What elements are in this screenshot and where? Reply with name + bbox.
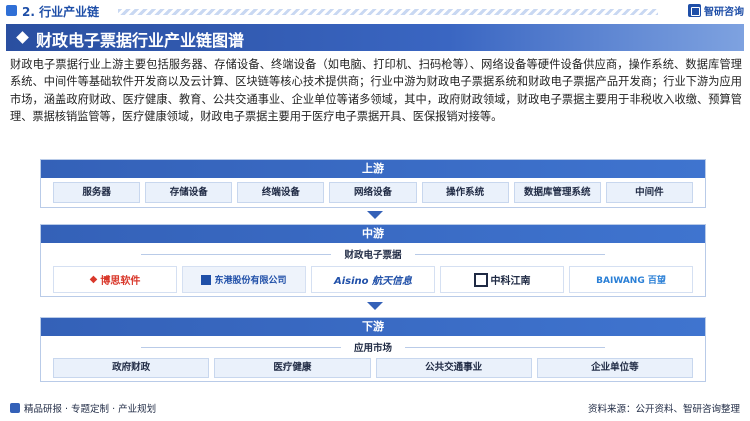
downstream-subtitle: 应用市场 [353, 343, 392, 354]
company-logo-kejiangnan: 中科江南 [440, 266, 564, 293]
brand-name: 智研咨询 [704, 7, 744, 18]
footer: 精品研报 · 专题定制 · 产业规划 资料来源：公开资料、智研咨询整理 [0, 394, 750, 421]
upstream-panel: 上游 服务器 存储设备 终端设备 网络设备 操作系统 数据库管理系统 中间件 [40, 159, 706, 208]
decorative-stripes [118, 9, 658, 15]
downstream-panel: 下游 应用市场 政府财政 医疗健康 公共交通事业 企业单位等 [40, 317, 706, 382]
section-icon [6, 5, 17, 16]
grid-logo-icon [688, 4, 701, 17]
company-logo-bosi: ◆ 博思软件 [53, 266, 177, 293]
page-title: 财政电子票据行业产业链图谱 [36, 31, 245, 50]
downstream-items: 政府财政 医疗健康 公共交通事业 企业单位等 [53, 358, 693, 378]
upstream-item: 终端设备 [237, 182, 325, 203]
footer-tagline: 精品研报 · 专题定制 · 产业规划 [24, 404, 157, 415]
data-source: 资料来源：公开资料、智研咨询整理 [587, 404, 740, 415]
upstream-title: 上游 [41, 160, 705, 178]
company-logo-aisino: Aisino 航天信息 [311, 266, 435, 293]
top-bar: 2. 行业产业链 智研咨询 [0, 0, 750, 22]
upstream-items: 服务器 存储设备 终端设备 网络设备 操作系统 数据库管理系统 中间件 [53, 182, 693, 203]
downstream-title: 下游 [41, 318, 705, 336]
company-logo-donggang: 东港股份有限公司 [182, 266, 306, 293]
upstream-item: 中间件 [605, 182, 693, 203]
company-logos: ◆ 博思软件 东港股份有限公司 Aisino 航天信息 中科江南 BAIWANG… [53, 266, 693, 293]
downstream-item: 政府财政 [53, 358, 210, 378]
upstream-item: 数据库管理系统 [513, 182, 601, 203]
downstream-item: 医疗健康 [214, 358, 371, 378]
upstream-item: 存储设备 [145, 182, 233, 203]
section-title: 2. 行业产业链 [22, 5, 100, 19]
midstream-title: 中游 [41, 225, 705, 243]
upstream-item: 服务器 [53, 182, 141, 203]
divider [415, 254, 605, 255]
down-arrow-icon [367, 302, 383, 310]
midstream-subtitle: 财政电子票据 [344, 250, 402, 261]
company-logo-baiwang: BAIWANG 百望 [569, 266, 693, 293]
title-banner: 财政电子票据行业产业链图谱 [6, 24, 744, 51]
divider [405, 347, 605, 348]
diamond-icon [16, 31, 29, 44]
downstream-item: 企业单位等 [536, 358, 693, 378]
upstream-item: 操作系统 [421, 182, 509, 203]
down-arrow-icon [367, 211, 383, 219]
brand-logo: 智研咨询 [688, 3, 744, 18]
report-icon [10, 403, 20, 413]
midstream-panel: 中游 财政电子票据 ◆ 博思软件 东港股份有限公司 Aisino 航天信息 中科… [40, 224, 706, 297]
downstream-item: 公共交通事业 [375, 358, 532, 378]
footer-left: 精品研报 · 专题定制 · 产业规划 [10, 401, 156, 415]
upstream-item: 网络设备 [329, 182, 417, 203]
intro-paragraph: 财政电子票据行业上游主要包括服务器、存储设备、终端设备（如电脑、打印机、扫码枪等… [10, 58, 742, 124]
